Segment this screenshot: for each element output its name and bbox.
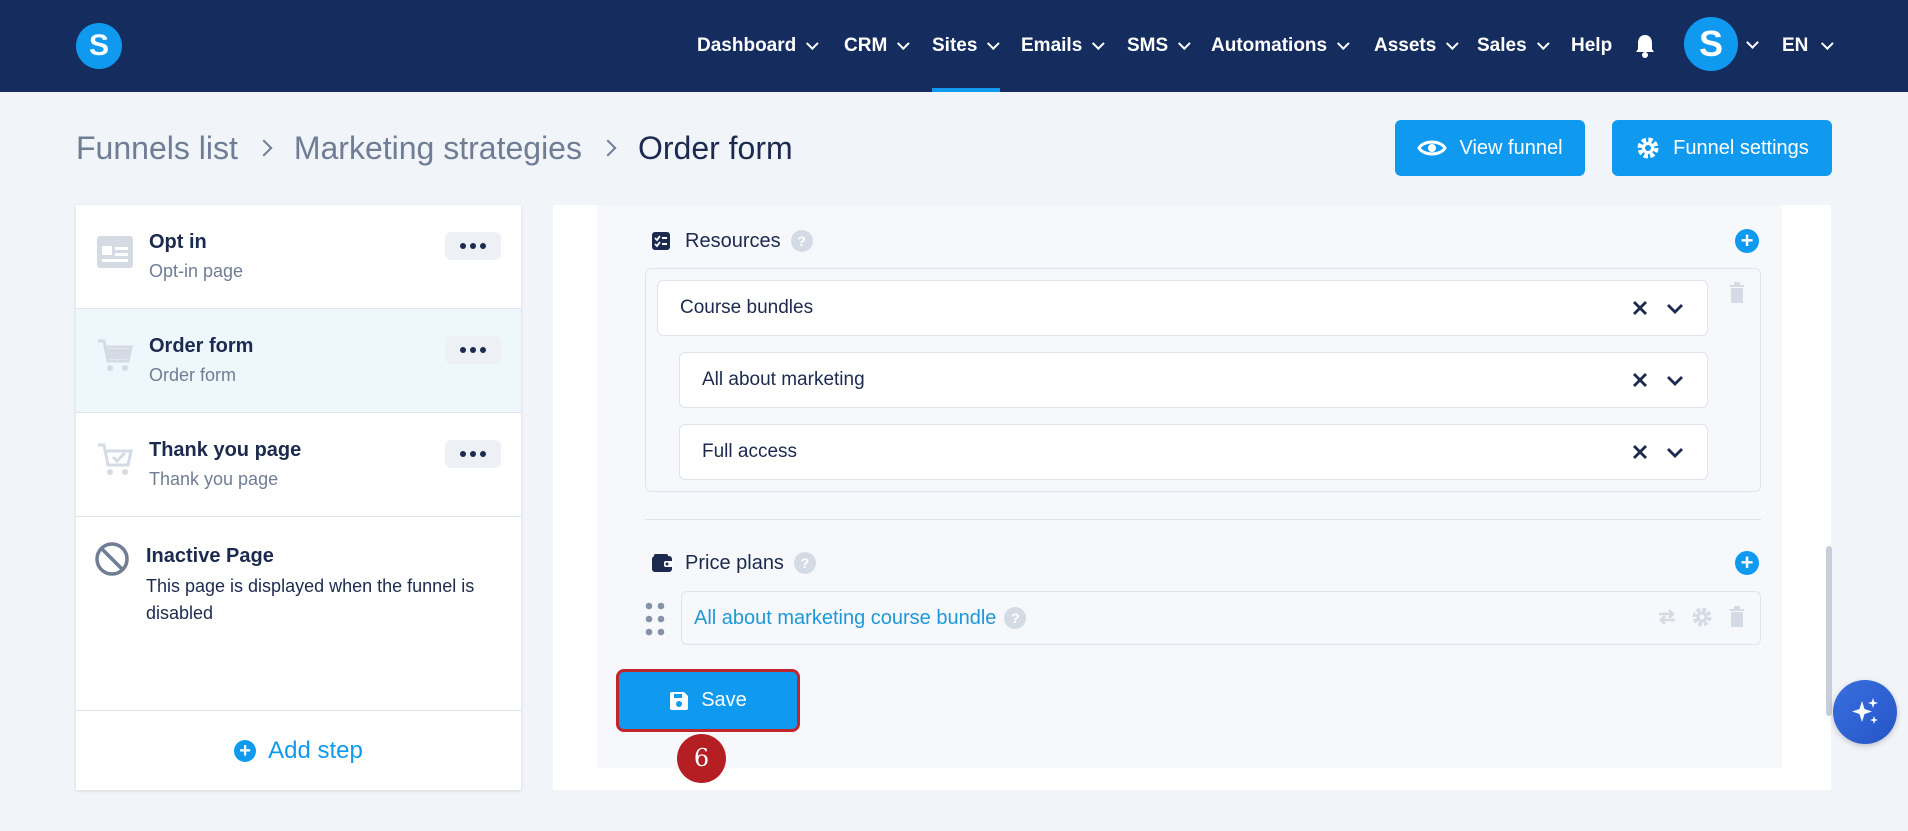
checklist-icon — [652, 232, 670, 250]
nav-item-dashboard[interactable]: Dashboard — [697, 0, 819, 92]
nav-item-automations[interactable]: Automations — [1211, 0, 1350, 92]
page-title: Order form — [637, 129, 793, 166]
gear-icon — [1637, 137, 1659, 159]
chevron-down-icon[interactable] — [1746, 36, 1759, 49]
step-title: Thank you page — [149, 439, 302, 461]
breadcrumb-marketing-strategies[interactable]: Marketing strategies — [294, 130, 582, 167]
add-step-button[interactable]: + Add step — [76, 710, 521, 790]
clear-icon[interactable] — [1629, 441, 1651, 463]
chevron-down-icon — [1536, 36, 1550, 50]
step-subtitle: Order form — [149, 365, 237, 385]
trash-icon[interactable] — [1728, 606, 1746, 628]
nav-item-sites[interactable]: Sites — [932, 0, 1001, 92]
price-plans-label: Price plans — [685, 551, 784, 574]
nav-item-sales[interactable]: Sales — [1477, 0, 1550, 92]
top-navbar: S Dashboard CRM Sites Emails SMS Automat… — [0, 0, 1908, 92]
clear-icon[interactable] — [1629, 297, 1651, 319]
breadcrumb-funnels-list[interactable]: Funnels list — [76, 130, 238, 167]
settings-icon[interactable] — [1691, 606, 1713, 628]
chevron-down-icon — [806, 36, 819, 50]
resource-type-select[interactable]: Course bundles — [657, 280, 1708, 336]
funnel-steps-panel: Opt in Opt-in page Order form Order form… — [76, 205, 521, 790]
price-plans-header: Price plans ? — [651, 550, 816, 576]
nav-item-emails[interactable]: Emails — [1021, 0, 1105, 92]
step-title: Order form — [149, 335, 254, 357]
breadcrumb: Funnels list Marketing strategies Order … — [76, 126, 793, 170]
step-thank-you-page[interactable]: Thank you page Thank you page — [76, 413, 521, 517]
wallet-icon — [652, 554, 673, 572]
cart-icon — [98, 339, 133, 371]
help-icon[interactable]: ? — [1004, 607, 1027, 629]
clear-icon[interactable] — [1629, 369, 1651, 391]
active-nav-indicator — [932, 88, 1000, 92]
chevron-down-icon — [1092, 36, 1105, 50]
drag-handle-icon[interactable] — [644, 601, 666, 637]
scrollbar[interactable] — [1826, 546, 1832, 716]
user-avatar[interactable]: S — [1684, 17, 1738, 71]
funnel-settings-button[interactable]: Funnel settings — [1612, 120, 1832, 176]
ban-icon — [95, 542, 129, 576]
chevron-down-icon — [987, 36, 1001, 50]
inactive-page-step[interactable]: Inactive Page This page is displayed whe… — [76, 517, 521, 715]
inactive-page-title: Inactive Page — [146, 545, 274, 567]
app-logo[interactable]: S — [76, 23, 122, 69]
view-funnel-button[interactable]: View funnel — [1395, 120, 1585, 176]
help-icon[interactable]: ? — [793, 552, 816, 574]
chevron-down-icon — [1337, 36, 1350, 50]
language-selector[interactable]: EN — [1782, 0, 1835, 92]
resource-select-2[interactable]: Full access — [679, 424, 1708, 480]
add-resource-button[interactable]: + — [1735, 229, 1759, 253]
resources-header: Resources ? — [651, 228, 813, 254]
nav-item-assets[interactable]: Assets — [1374, 0, 1460, 92]
price-plan-name[interactable]: All about marketing course bundle — [694, 607, 996, 630]
price-plan-item[interactable]: All about marketing course bundle ? — [681, 591, 1761, 645]
ai-assistant-button[interactable] — [1833, 680, 1897, 744]
step-title: Opt in — [149, 231, 207, 253]
swap-icon[interactable] — [1657, 607, 1677, 627]
cart-check-icon — [98, 443, 133, 475]
chevron-right-icon — [255, 139, 273, 157]
inactive-page-description: This page is displayed when the funnel i… — [146, 576, 475, 623]
trash-icon[interactable] — [1728, 282, 1746, 304]
plus-circle-icon: + — [234, 739, 257, 762]
more-options-button[interactable] — [445, 440, 501, 468]
resource-select-1[interactable]: All about marketing — [679, 352, 1708, 408]
section-divider — [645, 519, 1761, 520]
chevron-down-icon[interactable] — [1665, 298, 1685, 318]
step-order-form[interactable]: Order form Order form — [76, 309, 521, 413]
nav-item-help[interactable]: Help — [1571, 0, 1612, 92]
add-price-plan-button[interactable]: + — [1735, 551, 1759, 575]
step-subtitle: Thank you page — [149, 469, 279, 489]
save-button[interactable]: Save — [616, 669, 800, 732]
chevron-right-icon — [599, 139, 617, 157]
chevron-down-icon[interactable] — [1665, 442, 1685, 462]
nav-item-crm[interactable]: CRM — [844, 0, 910, 92]
more-options-button[interactable] — [445, 336, 501, 364]
step-opt-in[interactable]: Opt in Opt-in page — [76, 205, 521, 309]
bell-icon[interactable] — [1634, 33, 1656, 59]
nav-item-sms[interactable]: SMS — [1127, 0, 1191, 92]
opt-in-page-icon — [97, 236, 133, 268]
resources-label: Resources — [685, 229, 781, 252]
annotation-step-badge: 6 — [677, 734, 726, 783]
floppy-disk-icon — [670, 691, 689, 710]
help-icon[interactable]: ? — [790, 230, 813, 252]
step-subtitle: Opt-in page — [149, 261, 244, 281]
chevron-down-icon[interactable] — [1665, 370, 1685, 390]
chevron-down-icon — [897, 36, 910, 50]
eye-icon — [1417, 140, 1448, 156]
chevron-down-icon — [1178, 36, 1191, 50]
chevron-down-icon — [1821, 36, 1835, 50]
sparkle-icon — [1852, 698, 1878, 724]
more-options-button[interactable] — [445, 232, 501, 260]
chevron-down-icon — [1446, 36, 1460, 50]
